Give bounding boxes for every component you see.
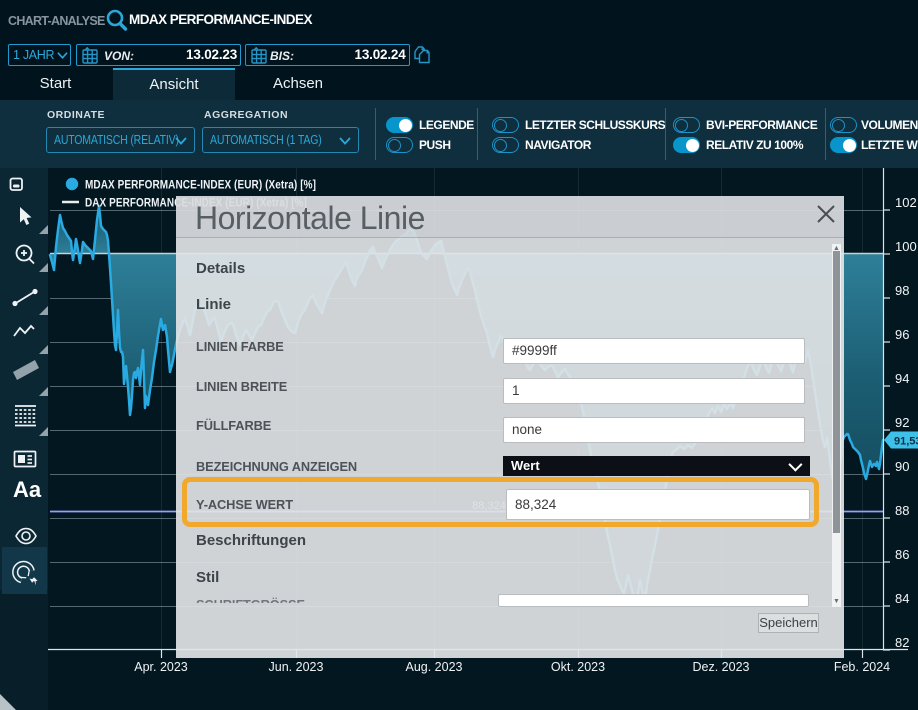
svg-text:82: 82 — [895, 635, 909, 650]
svg-text:91,539: 91,539 — [894, 436, 918, 448]
svg-text:90: 90 — [895, 459, 909, 474]
svg-text:98: 98 — [895, 283, 909, 298]
svg-text:Jun. 2023: Jun. 2023 — [269, 660, 324, 674]
svg-text:Dez. 2023: Dez. 2023 — [693, 660, 750, 674]
svg-text:94: 94 — [895, 371, 909, 386]
svg-text:MDAX PERFORMANCE-INDEX (EUR) (: MDAX PERFORMANCE-INDEX (EUR) (Xetra) [%] — [85, 180, 316, 192]
svg-text:88: 88 — [895, 503, 909, 518]
svg-text:Feb. 2024: Feb. 2024 — [834, 660, 890, 674]
svg-text:100: 100 — [895, 239, 917, 254]
svg-text:92: 92 — [895, 415, 909, 430]
svg-text:Apr. 2023: Apr. 2023 — [134, 660, 188, 674]
svg-text:96: 96 — [895, 327, 909, 342]
svg-text:Aug. 2023: Aug. 2023 — [406, 660, 463, 674]
svg-text:Okt. 2023: Okt. 2023 — [551, 660, 605, 674]
svg-text:Aa: Aa — [13, 477, 42, 502]
svg-text:84: 84 — [895, 591, 909, 606]
svg-text:102: 102 — [895, 195, 917, 210]
svg-text:86: 86 — [895, 547, 909, 562]
